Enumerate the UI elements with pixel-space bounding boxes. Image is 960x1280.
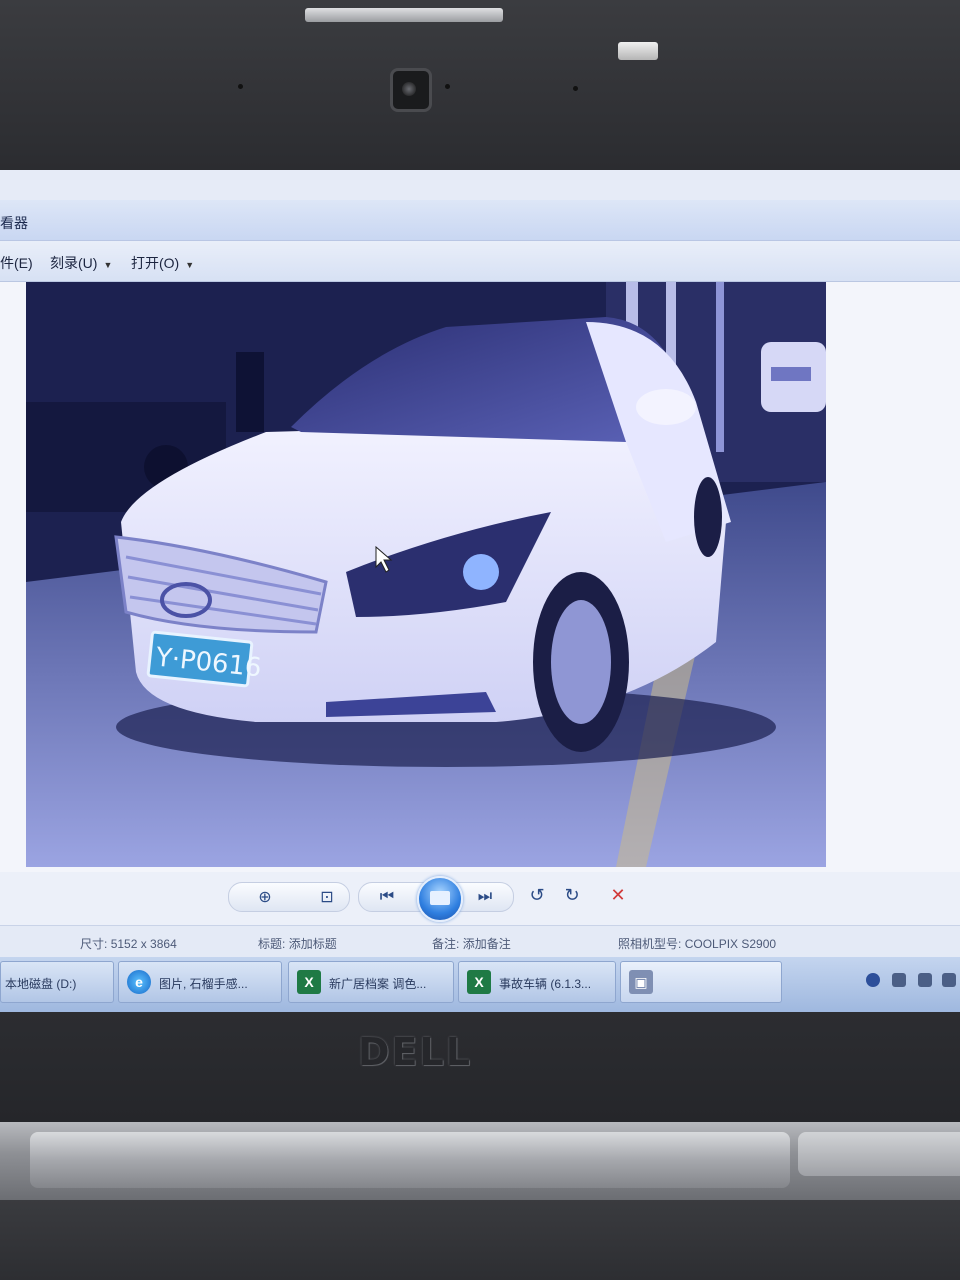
network-icon[interactable]	[866, 973, 880, 987]
edge-icon: e	[127, 970, 151, 994]
next-icon[interactable]: ⏭	[472, 884, 498, 910]
power-icon[interactable]	[942, 973, 956, 987]
microphone-dot	[238, 84, 243, 89]
taskbar: 本地磁盘 (D:) e 图片, 石榴手感... X 新广居档案 调色... X …	[0, 957, 960, 1012]
taskbar-item-local-disk[interactable]: 本地磁盘 (D:)	[0, 961, 114, 1003]
camera-label: 照相机型号:	[618, 937, 682, 951]
taskbar-item-excel-1[interactable]: X 新广居档案 调色...	[288, 961, 454, 1003]
taskbar-label: 图片, 石榴手感...	[159, 977, 248, 991]
chevron-down-icon: ▼	[103, 260, 113, 270]
menu-open[interactable]: 打开(O) ▼	[131, 253, 194, 273]
car-photo-image: Y·P0616	[26, 282, 826, 867]
slideshow-button[interactable]	[417, 876, 463, 922]
laptop-bezel-bottom	[0, 1012, 960, 1122]
laptop-cover-edge	[305, 8, 503, 22]
webcam-icon	[390, 68, 432, 112]
title-info[interactable]: 标题: 添加标题	[258, 935, 337, 952]
camera-info: 照相机型号: COOLPIX S2900	[618, 935, 776, 952]
viewer-toolbar: ⊕ ⊡ ⏮ ⏭ ↺ ↻ ✕	[0, 872, 960, 932]
menu-bar: 件(E) 刻录(U) ▼ 打开(O) ▼	[0, 241, 960, 282]
taskbar-label: 本地磁盘 (D:)	[5, 977, 77, 991]
menu-file-label: 件(E)	[0, 255, 33, 271]
photo-car[interactable]: Y·P0616	[26, 282, 826, 867]
taskbar-label: 事故车辆 (6.1.3...	[499, 977, 592, 991]
size-value: 5152 x 3864	[110, 937, 177, 951]
title-label: 标题:	[258, 937, 286, 951]
size-label: 尺寸:	[80, 937, 108, 951]
hinge-cover-right	[798, 1132, 960, 1176]
status-bar: 尺寸: 5152 x 3864 标题: 添加标题 备注: 添加备注 照相机型号:…	[0, 925, 960, 958]
delete-icon[interactable]: ✕	[605, 882, 631, 908]
camera-value: COOLPIX S2900	[684, 937, 777, 951]
taskbar-item-browser[interactable]: e 图片, 石榴手感...	[118, 961, 282, 1003]
chevron-down-icon: ▼	[185, 260, 195, 270]
screen: 看器 件(E) 刻录(U) ▼ 打开(O) ▼ Y·P0616 ⊕ ⊡ ⏮ ⏭ …	[0, 170, 960, 1012]
previous-icon[interactable]: ⏮	[374, 884, 400, 910]
notes-value[interactable]: 添加备注	[463, 937, 511, 951]
taskbar-item-excel-2[interactable]: X 事故车辆 (6.1.3...	[458, 961, 616, 1003]
menu-open-label: 打开(O)	[131, 255, 180, 271]
notes-info[interactable]: 备注: 添加备注	[432, 935, 511, 952]
flag-icon[interactable]	[892, 973, 906, 987]
actual-size-icon[interactable]: ⊡	[314, 884, 340, 910]
rotate-cw-icon[interactable]: ↻	[559, 882, 585, 908]
zoom-icon[interactable]: ⊕	[252, 884, 278, 910]
excel-icon: X	[297, 970, 321, 994]
image-viewer: Y·P0616	[0, 282, 960, 872]
size-info: 尺寸: 5152 x 3864	[80, 935, 177, 952]
title-bar: 看器	[0, 200, 960, 241]
title-value[interactable]: 添加标题	[289, 937, 337, 951]
dell-logo: DELL	[358, 1030, 472, 1074]
volume-icon[interactable]	[918, 973, 932, 987]
microphone-dot	[573, 86, 578, 91]
menu-burn[interactable]: 刻录(U) ▼	[50, 253, 112, 273]
notes-label: 备注:	[432, 937, 460, 951]
laptop-base	[0, 1200, 960, 1280]
laptop-bezel-top	[0, 0, 960, 170]
rotate-ccw-icon[interactable]: ↺	[524, 882, 550, 908]
excel-icon: X	[467, 970, 491, 994]
privacy-shutter	[618, 42, 658, 60]
window-title: 看器	[0, 215, 28, 231]
photo-viewer-icon: ▣	[629, 970, 653, 994]
camera-led	[445, 84, 450, 89]
hinge-cover	[30, 1132, 790, 1188]
taskbar-item-photo-viewer[interactable]: ▣	[620, 961, 782, 1003]
menu-file[interactable]: 件(E)	[0, 253, 33, 273]
taskbar-label: 新广居档案 调色...	[329, 977, 427, 991]
menu-burn-label: 刻录(U)	[50, 255, 98, 271]
